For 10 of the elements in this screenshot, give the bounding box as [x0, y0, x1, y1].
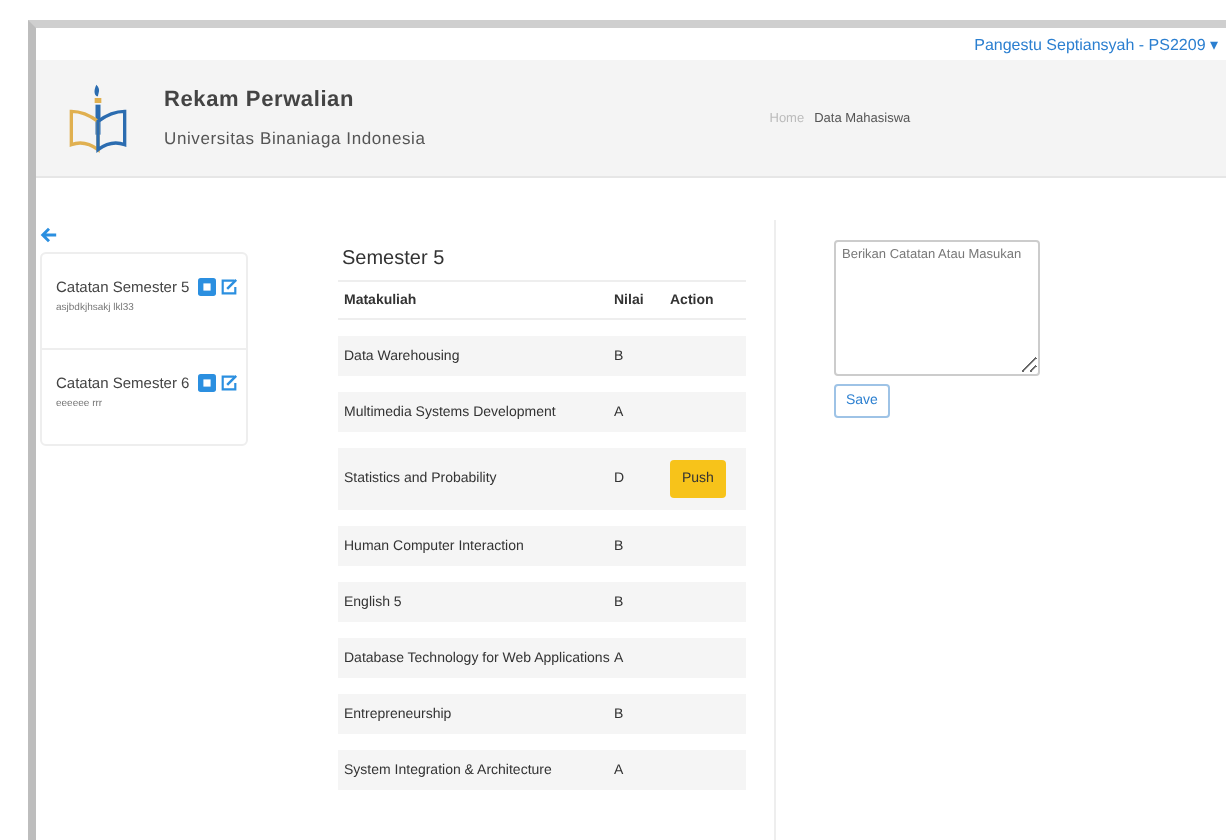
square-icon[interactable] — [198, 374, 216, 392]
square-icon[interactable] — [198, 278, 216, 296]
app-subtitle: Universitas Binaniaga Indonesia — [164, 128, 426, 148]
user-menu[interactable]: Pangestu Septiansyah - PS2209 ▾ — [974, 35, 1218, 53]
back-arrow-icon[interactable] — [40, 226, 58, 244]
app-title: Rekam Perwalian — [164, 88, 356, 112]
section-title: Semester 5 — [340, 248, 447, 270]
edit-icon[interactable] — [220, 374, 238, 392]
logo-icon — [68, 80, 128, 156]
edit-icon[interactable] — [220, 278, 238, 296]
